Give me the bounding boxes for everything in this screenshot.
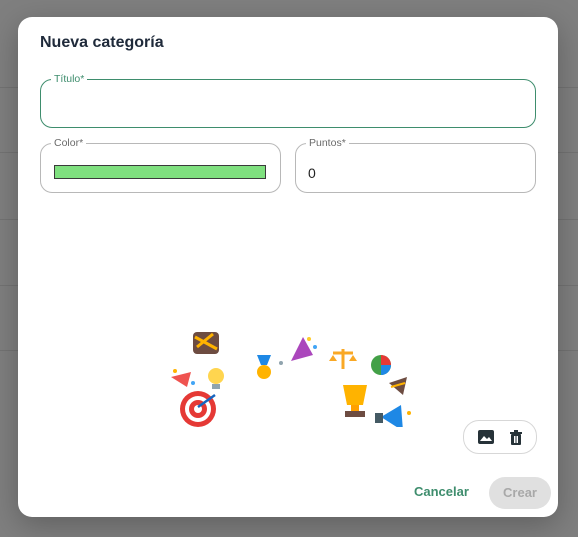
megaphone-icon	[375, 405, 411, 427]
title-field[interactable]: Título*	[40, 73, 536, 128]
create-button[interactable]: Crear	[489, 477, 551, 509]
confetti-icon	[171, 369, 195, 387]
points-field[interactable]: Puntos* 0	[295, 137, 536, 193]
firework-icon	[193, 332, 219, 354]
image-icon[interactable]	[476, 427, 496, 447]
category-illustration	[171, 332, 411, 427]
title-input[interactable]	[53, 99, 523, 121]
trash-icon[interactable]	[506, 427, 526, 447]
pie-chart-icon	[371, 355, 391, 375]
firework-icon	[389, 377, 407, 395]
trophy-icon	[343, 385, 367, 417]
points-input[interactable]: 0	[308, 165, 316, 181]
target-icon	[180, 391, 216, 427]
party-popper-icon	[279, 337, 317, 365]
title-field-label: Título*	[54, 73, 85, 85]
dialog-title: Nueva categoría	[40, 34, 164, 51]
color-field-label: Color*	[54, 137, 84, 149]
scales-icon	[329, 349, 357, 369]
points-field-label: Puntos*	[309, 137, 346, 149]
new-category-dialog: Nueva categoría Título* Color* Puntos* 0	[18, 17, 558, 517]
color-field[interactable]: Color*	[40, 137, 281, 193]
lightbulb-icon	[208, 368, 224, 389]
medal-icon	[257, 355, 271, 379]
image-tools	[463, 420, 537, 454]
cancel-button[interactable]: Cancelar	[414, 484, 469, 499]
color-swatch[interactable]	[54, 165, 266, 179]
